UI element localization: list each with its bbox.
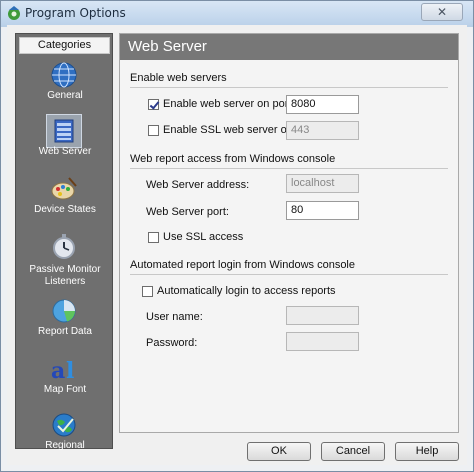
categories-sidebar: Categories General Web Server Device Sta… <box>15 33 113 451</box>
password-label: Password: <box>146 337 198 349</box>
window-title: Program Options <box>25 6 126 20</box>
sidebar-item-web-server[interactable]: Web Server <box>18 114 112 172</box>
sidebar-item-label: Web Server <box>38 146 92 157</box>
palette-icon <box>51 177 77 200</box>
sidebar-item-passive-monitor-listeners[interactable]: Passive Monitor Listeners <box>18 230 112 288</box>
ok-button[interactable]: OK <box>247 442 311 461</box>
sidebar-item-label-line1: Passive Monitor <box>29 264 101 275</box>
web-server-port-input[interactable]: 8080 <box>286 95 359 114</box>
sidebar-item-label-line2: Listeners <box>44 276 86 287</box>
cancel-button[interactable]: Cancel <box>321 442 385 461</box>
globe-icon <box>51 62 77 88</box>
use-ssl-access-label: Use SSL access <box>163 231 244 243</box>
web-server-port-label: Web Server port: <box>146 206 229 218</box>
help-button[interactable]: Help <box>395 442 459 461</box>
sidebar-item-label: Regional <box>45 440 85 451</box>
sidebar-item-regional[interactable]: Regional <box>18 408 112 466</box>
section-title-auto-login: Automated report login from Windows cons… <box>130 259 355 271</box>
enable-web-server-checkbox[interactable] <box>148 99 159 110</box>
dialog-body: Categories General Web Server Device Sta… <box>7 25 467 465</box>
sidebar-item-label: Passive Monitor Listeners <box>18 264 112 288</box>
sidebar-item-label: Report Data <box>38 326 92 337</box>
categories-header: Categories <box>19 37 110 54</box>
title-bar[interactable]: Program Options ✕ <box>1 1 473 25</box>
user-name-input[interactable] <box>286 306 359 325</box>
sidebar-item-map-font[interactable]: a l Map Font <box>18 352 112 410</box>
ssl-port-input[interactable]: 443 <box>286 121 359 140</box>
sidebar-item-label: General <box>47 90 83 101</box>
divider <box>130 274 448 275</box>
program-options-window: Program Options ✕ Categories General Web… <box>0 0 474 472</box>
panel-title: Web Server <box>120 34 458 60</box>
server-icon <box>54 119 74 143</box>
sidebar-item-label: Device States <box>34 204 96 215</box>
sidebar-item-report-data[interactable]: Report Data <box>18 294 112 352</box>
app-icon <box>8 6 20 20</box>
svg-text:l: l <box>66 358 74 384</box>
enable-web-server-label: Enable web server on port: <box>163 98 295 110</box>
close-button[interactable]: ✕ <box>421 3 463 21</box>
stopwatch-icon <box>53 234 75 259</box>
web-server-panel: Web Server Enable web servers Enable web… <box>119 33 459 433</box>
divider <box>130 168 448 169</box>
divider <box>130 87 448 88</box>
user-name-label: User name: <box>146 311 203 323</box>
auto-login-checkbox[interactable] <box>142 286 153 297</box>
section-title-report-access: Web report access from Windows console <box>130 153 336 165</box>
sidebar-item-label: Map Font <box>43 384 87 395</box>
pie-chart-icon <box>52 299 76 323</box>
enable-ssl-checkbox[interactable] <box>148 125 159 136</box>
report-port-input[interactable]: 80 <box>286 201 359 220</box>
regional-globe-icon <box>52 413 76 437</box>
sidebar-item-general[interactable]: General <box>18 58 112 116</box>
auto-login-label: Automatically login to access reports <box>157 285 336 297</box>
web-server-address-label: Web Server address: <box>146 179 250 191</box>
section-title-enable: Enable web servers <box>130 72 227 84</box>
web-server-address-input[interactable]: localhost <box>286 174 359 193</box>
use-ssl-access-checkbox[interactable] <box>148 232 159 243</box>
password-input[interactable] <box>286 332 359 351</box>
font-icon: a l <box>51 358 74 384</box>
close-icon: ✕ <box>436 5 448 19</box>
sidebar-item-device-states[interactable]: Device States <box>18 172 112 230</box>
svg-text:a: a <box>51 358 65 384</box>
